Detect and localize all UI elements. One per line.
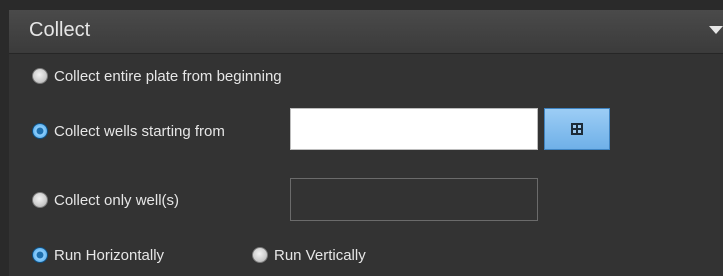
radio-vertical[interactable]: [252, 247, 268, 263]
direction-vertical-label: Run Vertically: [274, 246, 366, 264]
option-only-wells[interactable]: Collect only well(s): [32, 186, 179, 214]
panel-header[interactable]: Collect: [9, 10, 723, 54]
radio-entire-plate[interactable]: [32, 68, 48, 84]
radio-horizontal[interactable]: [32, 247, 48, 263]
only-wells-input[interactable]: [290, 178, 538, 221]
radio-only-wells[interactable]: [32, 192, 48, 208]
direction-vertical[interactable]: Run Vertically: [252, 241, 366, 269]
option-entire-plate[interactable]: Collect entire plate from beginning: [32, 62, 282, 90]
collect-panel: Collect Collect entire plate from beginn…: [9, 10, 723, 276]
start-well-input[interactable]: [290, 108, 538, 150]
radio-starting-from[interactable]: [32, 123, 48, 139]
grid-icon: [571, 123, 583, 135]
option-only-wells-label: Collect only well(s): [54, 191, 180, 209]
option-entire-plate-label: Collect entire plate from beginning: [54, 67, 282, 85]
direction-horizontal[interactable]: Run Horizontally: [32, 241, 164, 269]
well-picker-button[interactable]: [544, 108, 610, 150]
option-starting-from-label: Collect wells starting from: [54, 122, 225, 140]
option-starting-from[interactable]: Collect wells starting from: [32, 117, 225, 145]
chevron-down-icon[interactable]: [709, 26, 723, 34]
direction-horizontal-label: Run Horizontally: [54, 246, 165, 264]
panel-title: Collect: [29, 19, 91, 41]
